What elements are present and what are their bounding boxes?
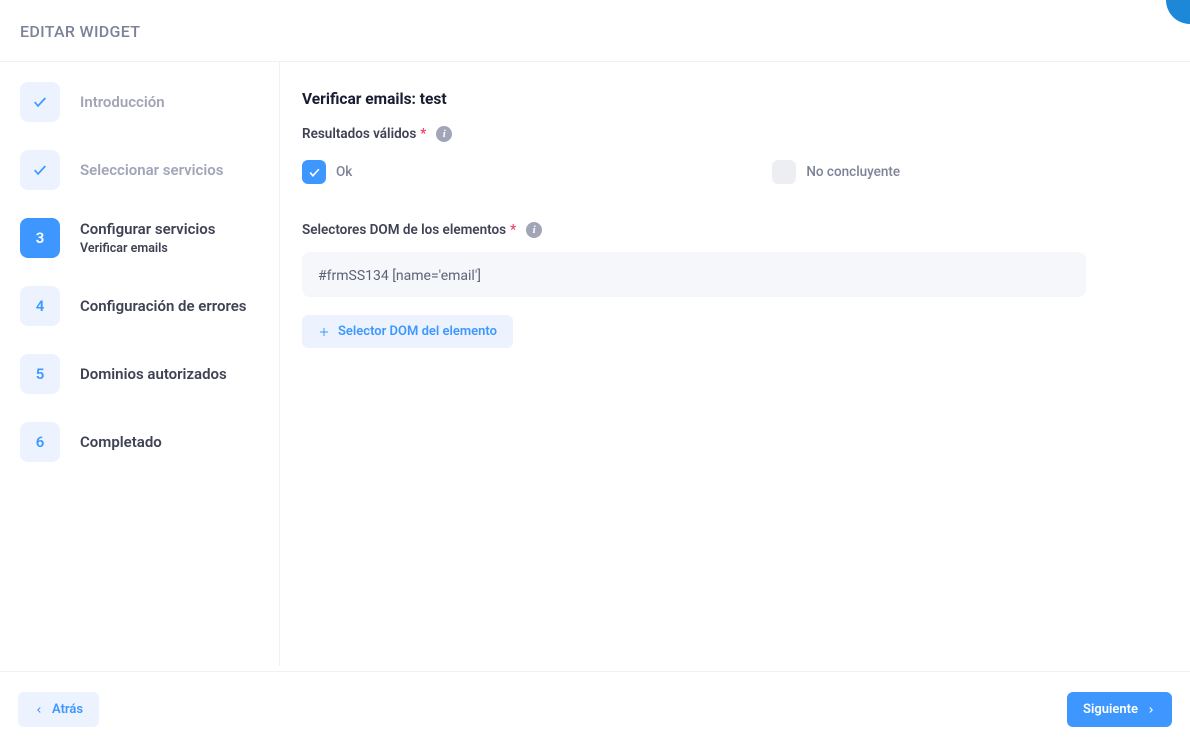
step-label: Introducción bbox=[80, 93, 165, 111]
valid-results-options: Ok No concluyente bbox=[302, 160, 1168, 184]
step-content: Configuración de errores bbox=[80, 286, 247, 326]
step-number-badge: 3 bbox=[20, 218, 60, 258]
step-label: Seleccionar servicios bbox=[80, 161, 223, 179]
step-label: Dominios autorizados bbox=[80, 365, 227, 383]
body: Introducción Seleccionar servicios 3 Con… bbox=[0, 62, 1190, 666]
chevron-right-icon bbox=[1146, 705, 1156, 715]
section-title: Verificar emails: test bbox=[302, 90, 1168, 108]
checkbox-ok[interactable]: Ok bbox=[302, 160, 352, 184]
step-completado[interactable]: 6 Completado bbox=[20, 422, 259, 462]
check-icon bbox=[20, 82, 60, 122]
next-button[interactable]: Siguiente bbox=[1067, 692, 1172, 727]
add-dom-selector-button[interactable]: Selector DOM del elemento bbox=[302, 315, 513, 348]
step-label: Configuración de errores bbox=[80, 297, 247, 315]
step-content: Configurar servicios Verificar emails bbox=[80, 218, 216, 258]
step-sublabel: Verificar emails bbox=[80, 241, 216, 256]
step-content: Introducción bbox=[80, 82, 165, 122]
plus-icon bbox=[318, 326, 330, 338]
step-label: Completado bbox=[80, 433, 162, 451]
step-configurar-servicios[interactable]: 3 Configurar servicios Verificar emails bbox=[20, 218, 259, 258]
info-icon[interactable]: i bbox=[526, 222, 542, 238]
chevron-left-icon bbox=[34, 705, 44, 715]
required-mark: * bbox=[420, 126, 426, 142]
step-number-badge: 4 bbox=[20, 286, 60, 326]
step-dominios-autorizados[interactable]: 5 Dominios autorizados bbox=[20, 354, 259, 394]
checkbox-label: No concluyente bbox=[806, 164, 900, 180]
step-content: Completado bbox=[80, 422, 162, 462]
step-label: Configurar servicios bbox=[80, 220, 216, 238]
back-button[interactable]: Atrás bbox=[18, 692, 99, 727]
checkbox-visual bbox=[302, 160, 326, 184]
dom-selectors-label: Selectores DOM de los elementos * i bbox=[302, 222, 1168, 238]
check-icon bbox=[20, 150, 60, 190]
info-icon[interactable]: i bbox=[436, 126, 452, 142]
main-content: Verificar emails: test Resultados válido… bbox=[280, 62, 1190, 666]
required-mark: * bbox=[510, 222, 516, 238]
step-introduccion[interactable]: Introducción bbox=[20, 82, 259, 122]
checkbox-inconclusive[interactable]: No concluyente bbox=[772, 160, 900, 184]
button-label: Selector DOM del elemento bbox=[338, 324, 497, 339]
button-label: Siguiente bbox=[1083, 702, 1138, 717]
valid-results-label: Resultados válidos * i bbox=[302, 126, 1168, 142]
step-number-badge: 5 bbox=[20, 354, 60, 394]
step-configuracion-errores[interactable]: 4 Configuración de errores bbox=[20, 286, 259, 326]
step-content: Dominios autorizados bbox=[80, 354, 227, 394]
header: EDITAR WIDGET bbox=[0, 0, 1190, 62]
checkbox-label: Ok bbox=[336, 164, 352, 180]
label-text: Selectores DOM de los elementos bbox=[302, 222, 506, 238]
dom-selector-input[interactable] bbox=[318, 268, 1070, 284]
button-label: Atrás bbox=[52, 702, 83, 717]
checkbox-visual bbox=[772, 160, 796, 184]
wizard-sidebar: Introducción Seleccionar servicios 3 Con… bbox=[0, 62, 280, 666]
step-content: Seleccionar servicios bbox=[80, 150, 223, 190]
label-text: Resultados válidos bbox=[302, 126, 416, 142]
step-number-badge: 6 bbox=[20, 422, 60, 462]
dom-selector-field[interactable] bbox=[302, 252, 1086, 297]
wizard-footer: Atrás Siguiente bbox=[0, 671, 1190, 747]
step-seleccionar-servicios[interactable]: Seleccionar servicios bbox=[20, 150, 259, 190]
page-title: EDITAR WIDGET bbox=[20, 22, 1170, 41]
